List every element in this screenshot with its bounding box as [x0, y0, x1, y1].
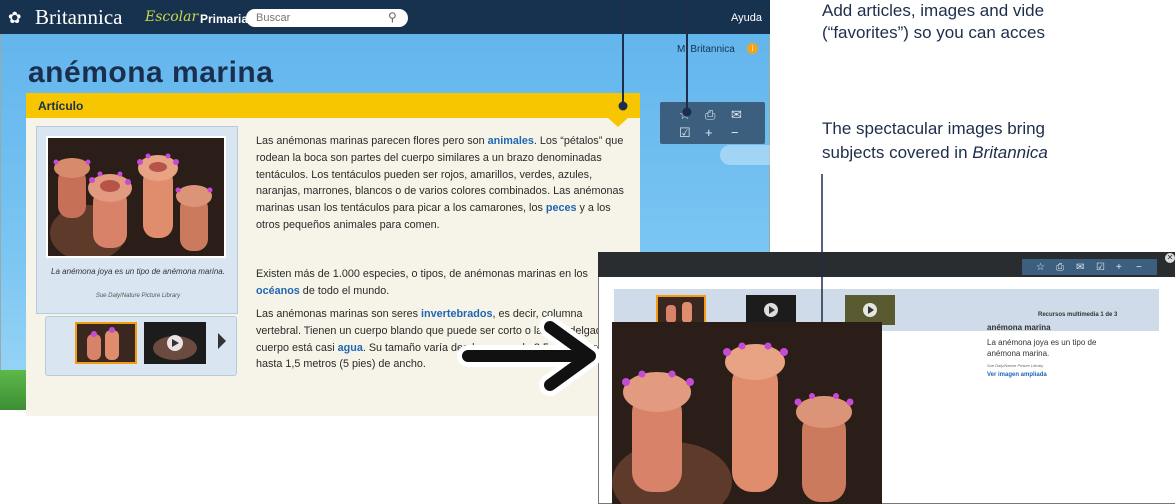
- lightbox-caption: La anémona joya es un tipo de anémona ma…: [987, 338, 1097, 358]
- tools-box: ☆ ⎙ ✉ ☑ + −: [660, 102, 765, 144]
- lightbox-video-thumbnail[interactable]: [845, 295, 895, 325]
- mi-britannica-icon[interactable]: i: [747, 43, 758, 54]
- article-tab-label: Artículo: [38, 99, 84, 113]
- help-link[interactable]: Ayuda: [731, 12, 762, 24]
- lightbox-tools: ☆ ⎙ ✉ ☑ + −: [1022, 259, 1157, 275]
- video-thumbnail[interactable]: [144, 322, 206, 364]
- link-invertebrados[interactable]: invertebrados: [421, 308, 492, 320]
- favorite-star-icon[interactable]: ☆: [679, 108, 691, 121]
- media-caption: La anémona joya es un tipo de anémona ma…: [51, 267, 225, 276]
- lightbox-thumbnail[interactable]: [656, 295, 706, 325]
- thumbnail-strip: [45, 316, 237, 376]
- annotation-line: (“favorites”) so you can acces: [822, 23, 1045, 42]
- zoom-in-icon[interactable]: +: [1116, 261, 1122, 274]
- logo-escolar: Escolar: [145, 9, 199, 25]
- article-paragraph-3: Las anémonas marinas son seres invertebr…: [256, 308, 624, 371]
- checklist-icon[interactable]: ☑: [679, 126, 691, 139]
- lightbox-video-thumbnail[interactable]: [746, 295, 796, 325]
- zoom-out-icon[interactable]: −: [731, 126, 739, 139]
- level-label: Primaria: [200, 12, 249, 26]
- cloud: [720, 145, 790, 165]
- anemone-image[interactable]: [46, 136, 226, 258]
- zoom-out-icon[interactable]: −: [1136, 261, 1142, 274]
- favorite-star-icon[interactable]: ☆: [1036, 261, 1045, 274]
- close-icon[interactable]: ✕: [1165, 253, 1175, 263]
- page-title: anémona marina: [28, 56, 274, 89]
- tab-notch: [608, 118, 628, 127]
- britannica-thistle-icon: ✿: [8, 10, 22, 27]
- link-agua[interactable]: agua: [338, 342, 363, 354]
- search-input[interactable]: [246, 9, 408, 27]
- logo-britannica[interactable]: Britannica: [35, 5, 122, 30]
- lightbox-title: anémona marina: [987, 323, 1051, 332]
- checklist-icon[interactable]: ☑: [1096, 261, 1105, 274]
- link-oceanos[interactable]: océanos: [256, 285, 300, 297]
- link-peces[interactable]: peces: [546, 202, 577, 214]
- annotation-line: subjects covered in Britannica: [822, 143, 1048, 162]
- thumbnail-image[interactable]: [75, 322, 137, 364]
- media-credit: Sue Daly/Nature Picture Library: [95, 293, 181, 299]
- view-larger-image-link[interactable]: Ver imagen ampliada: [987, 372, 1047, 378]
- media-counter: Recursos multimedia 1 de 3: [1038, 312, 1118, 318]
- annotation-line: Add articles, images and vide: [822, 1, 1045, 20]
- email-icon[interactable]: ✉: [731, 108, 742, 121]
- print-icon[interactable]: ⎙: [1056, 261, 1064, 274]
- link-animales[interactable]: animales: [488, 135, 534, 147]
- article-paragraph-2: Existen más de 1.000 especies, o tipos, …: [256, 268, 588, 297]
- lightbox-credit: Sue Daly/Nature Picture Library: [987, 363, 1044, 368]
- mi-britannica-link[interactable]: Mi Britannica: [677, 44, 735, 55]
- zoom-in-icon[interactable]: +: [705, 126, 713, 139]
- print-icon[interactable]: ⎙: [705, 108, 715, 121]
- email-icon[interactable]: ✉: [1076, 261, 1084, 274]
- lightbox-large-image: [612, 322, 882, 504]
- annotation-line: The spectacular images bring: [822, 119, 1046, 138]
- article-tab[interactable]: [26, 93, 640, 118]
- next-arrow-icon[interactable]: [218, 333, 226, 349]
- search-icon[interactable]: ⚲: [388, 10, 397, 24]
- article-paragraph-1: Las anémonas marinas parecen flores pero…: [256, 135, 624, 231]
